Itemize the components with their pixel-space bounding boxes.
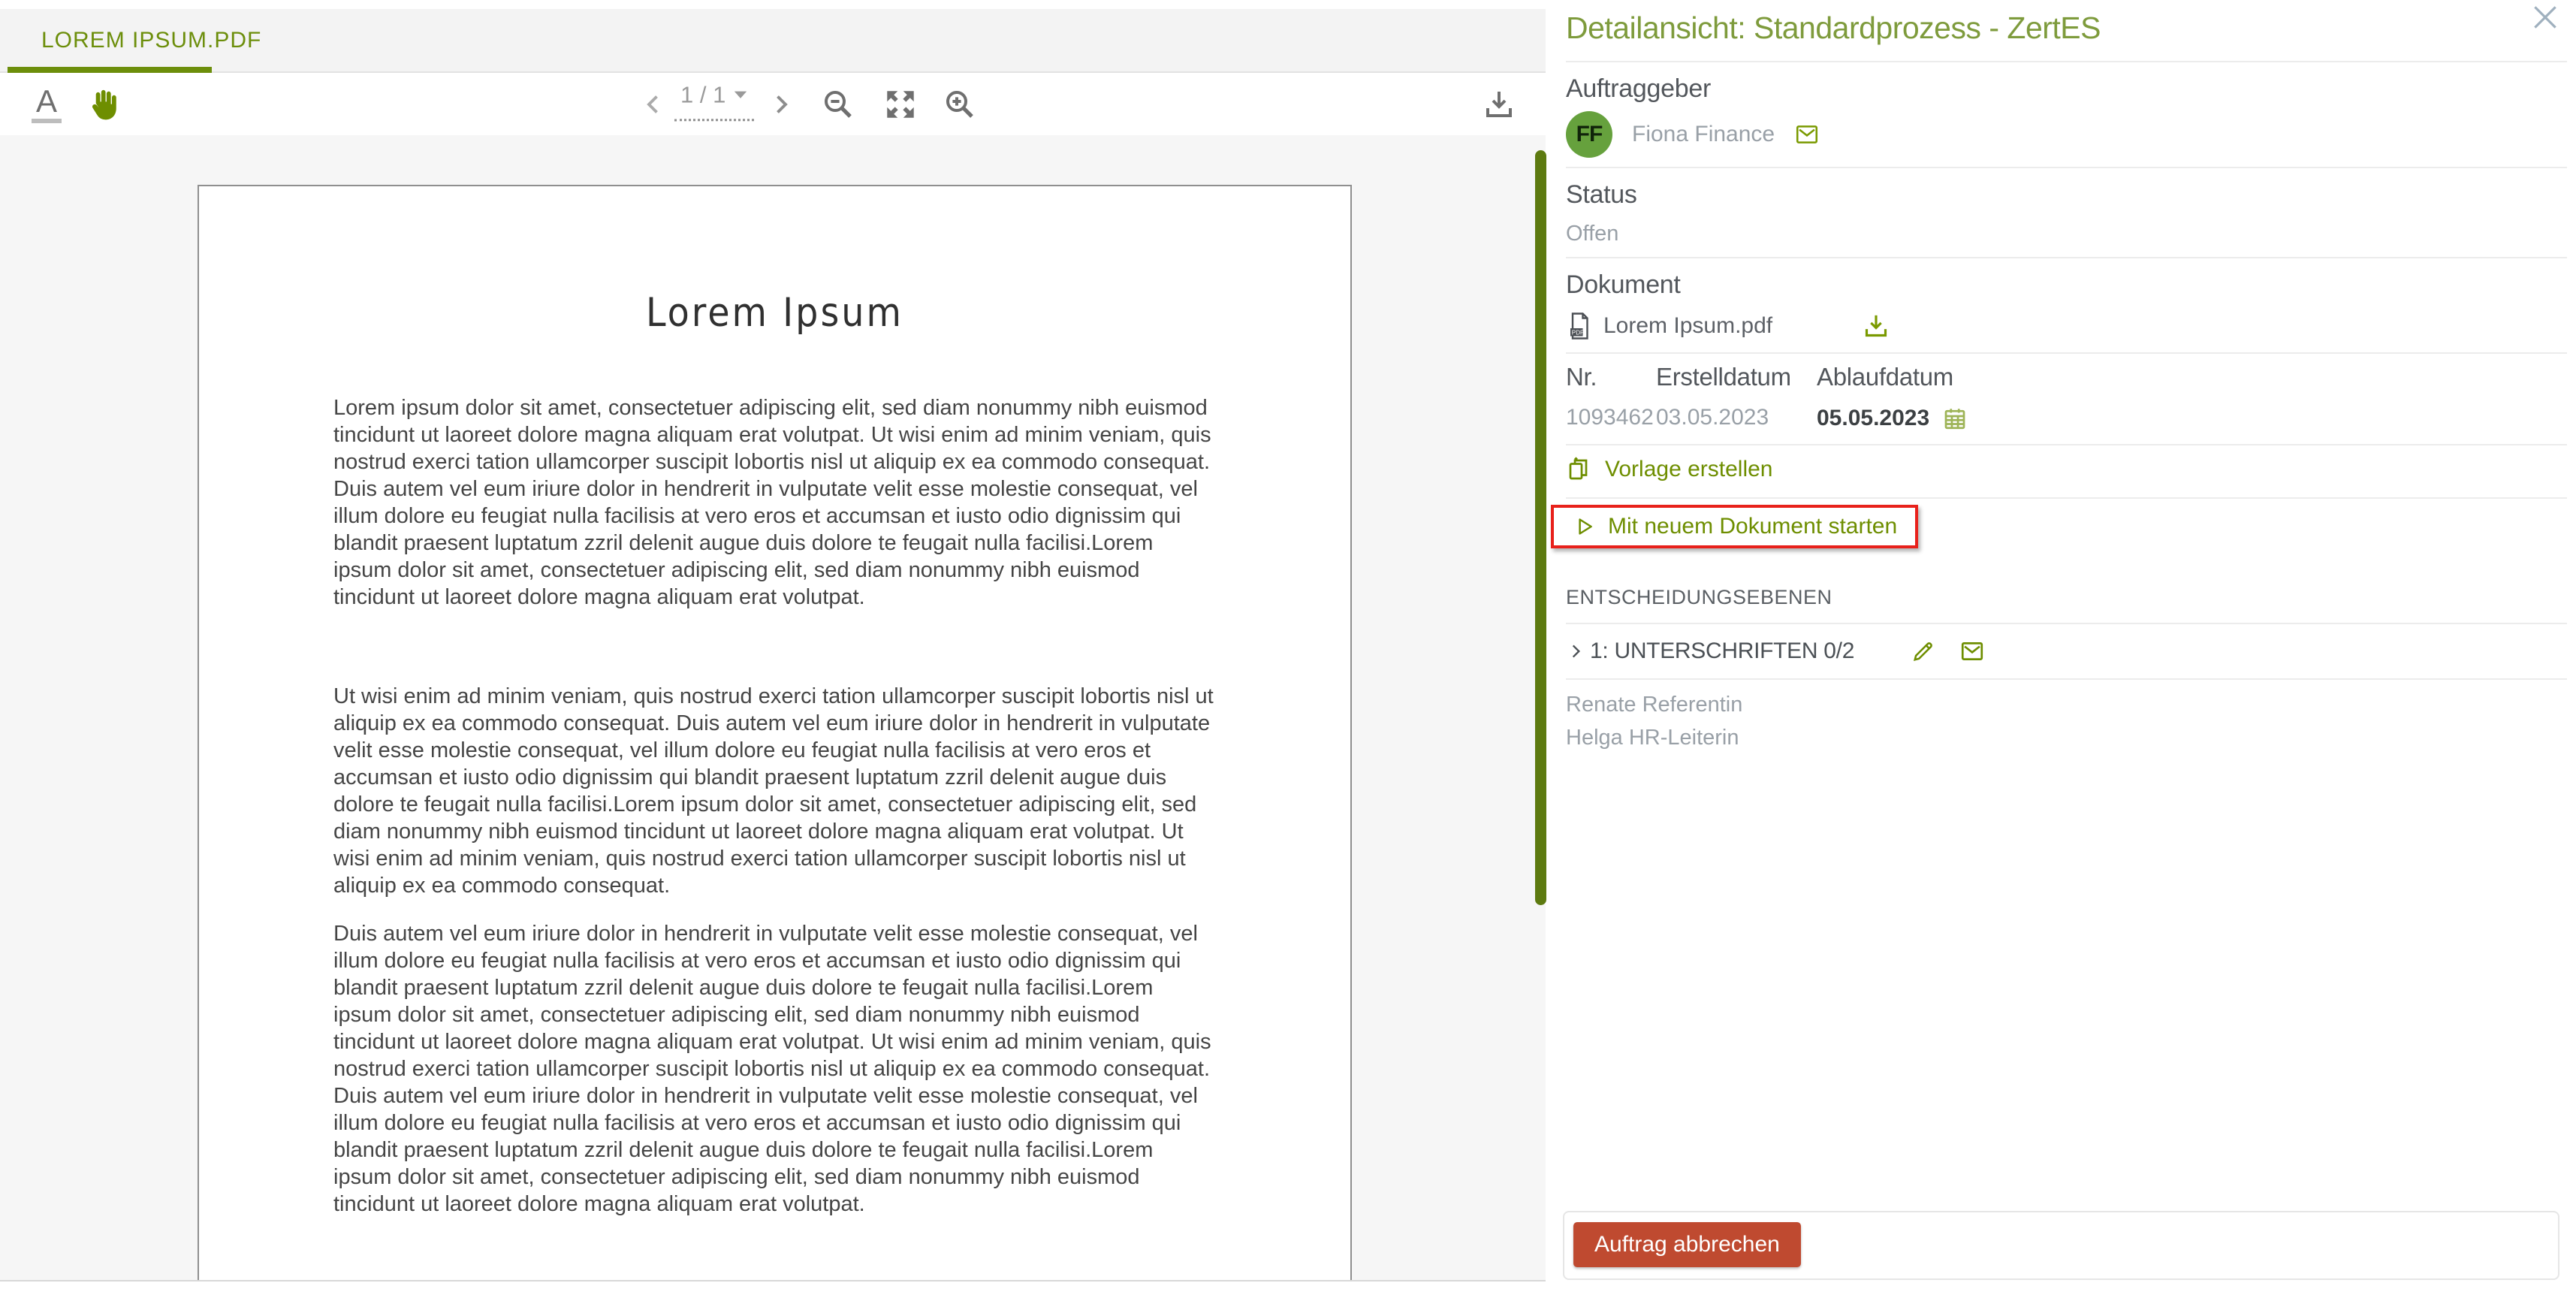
- meta-table: Nr. Erstelldatum Ablaufdatum 1093462 03.…: [1566, 363, 2567, 432]
- panel-footer: Auftrag abbrechen: [1563, 1211, 2559, 1280]
- panel-scrollbar[interactable]: [1535, 150, 1546, 905]
- page-indicator[interactable]: 1 / 1: [674, 81, 754, 121]
- start-new-document-button[interactable]: Mit neuem Dokument starten: [1551, 505, 1918, 548]
- close-icon[interactable]: [2529, 2, 2561, 33]
- divider: [1566, 257, 2567, 258]
- document-body: Lorem ipsum dolor sit amet, consectetuer…: [333, 394, 1214, 1218]
- signer-name: Helga HR-Leiterin: [1566, 725, 2567, 750]
- zoom-in-icon[interactable]: [942, 86, 978, 122]
- status-value: Offen: [1566, 222, 2567, 246]
- create-template-link[interactable]: Vorlage erstellen: [1566, 456, 1772, 483]
- prev-page-icon[interactable]: [640, 91, 667, 118]
- decision-levels-heading: ENTSCHEIDUNGSEBENEN: [1566, 586, 2567, 609]
- create-template-label: Vorlage erstellen: [1605, 457, 1772, 482]
- client-name: Fiona Finance: [1632, 122, 1775, 147]
- divider: [1566, 623, 2567, 624]
- mail-icon[interactable]: [1794, 122, 1820, 147]
- expiry-value: 05.05.2023: [1817, 405, 2567, 432]
- play-icon: [1572, 515, 1594, 538]
- document-tab-bar: LOREM IPSUM.PDF: [0, 9, 1546, 73]
- nr-value: 1093462: [1566, 405, 1656, 432]
- expiry-label: Ablaufdatum: [1817, 363, 2567, 391]
- divider: [1566, 61, 2567, 62]
- client-row: FF Fiona Finance: [1566, 111, 2567, 158]
- divider: [1566, 678, 2567, 680]
- divider: [1566, 167, 2567, 168]
- fullscreen-icon[interactable]: [882, 86, 919, 123]
- mail-icon[interactable]: [1959, 638, 1985, 664]
- detail-panel: Detailansicht: Standardprozess - ZertES …: [1566, 0, 2576, 1292]
- document-tab-label: LOREM IPSUM.PDF: [41, 28, 261, 53]
- avatar: FF: [1566, 111, 1612, 158]
- viewer-canvas: Lorem Ipsum Lorem ipsum dolor sit amet, …: [0, 135, 1546, 1281]
- active-tab-indicator: [8, 67, 212, 73]
- document-paragraph: Duis autem vel eum iriure dolor in hendr…: [333, 920, 1214, 1218]
- start-new-document-label: Mit neuem Dokument starten: [1608, 514, 1897, 539]
- pdf-viewer: LOREM IPSUM.PDF A 1 / 1: [0, 0, 1546, 1292]
- document-paragraph: Lorem ipsum dolor sit amet, consectetuer…: [333, 394, 1214, 611]
- created-label: Erstelldatum: [1656, 363, 1817, 391]
- expiry-date: 05.05.2023: [1817, 406, 1929, 431]
- page-indicator-label: 1 / 1: [680, 81, 725, 108]
- download-file-icon[interactable]: [1861, 311, 1891, 341]
- document-paragraph: Ut wisi enim ad minim veniam, quis nostr…: [333, 683, 1214, 899]
- svg-text:PDF: PDF: [1572, 329, 1584, 336]
- viewer-toolbar: A 1 / 1: [0, 73, 1546, 135]
- divider: [1566, 352, 2567, 354]
- decision-level-row: 1: UNTERSCHRIFTEN 0/2: [1566, 636, 2567, 666]
- copy-template-icon: [1566, 456, 1593, 483]
- level-label[interactable]: 1: UNTERSCHRIFTEN 0/2: [1590, 638, 1854, 664]
- document-tab[interactable]: LOREM IPSUM.PDF: [0, 9, 303, 71]
- divider: [1566, 497, 2567, 499]
- calendar-icon[interactable]: [1941, 405, 1968, 432]
- nr-label: Nr.: [1566, 363, 1656, 391]
- cancel-order-button[interactable]: Auftrag abbrechen: [1573, 1222, 1801, 1267]
- pdf-page: Lorem Ipsum Lorem ipsum dolor sit amet, …: [198, 185, 1352, 1281]
- zoom-out-icon[interactable]: [820, 86, 856, 122]
- signer-name: Renate Referentin: [1566, 692, 2567, 717]
- caret-down-icon: [733, 89, 748, 100]
- pdf-file-icon: PDF: [1566, 311, 1593, 341]
- file-name[interactable]: Lorem Ipsum.pdf: [1603, 313, 1772, 339]
- file-row: PDF Lorem Ipsum.pdf: [1566, 309, 2567, 343]
- chevron-right-icon[interactable]: [1566, 641, 1585, 661]
- document-heading: Dokument: [1566, 270, 2567, 300]
- hand-tool-icon[interactable]: [84, 87, 119, 122]
- pencil-icon[interactable]: [1910, 638, 1937, 665]
- download-icon[interactable]: [1481, 86, 1517, 122]
- next-page-icon[interactable]: [768, 91, 795, 118]
- text-annotation-icon[interactable]: A: [32, 86, 62, 123]
- created-value: 03.05.2023: [1656, 405, 1817, 432]
- document-title: Lorem Ipsum: [199, 290, 1350, 336]
- status-heading: Status: [1566, 180, 2567, 210]
- panel-title: Detailansicht: Standardprozess - ZertES: [1566, 11, 2567, 46]
- client-heading: Auftraggeber: [1566, 74, 2567, 104]
